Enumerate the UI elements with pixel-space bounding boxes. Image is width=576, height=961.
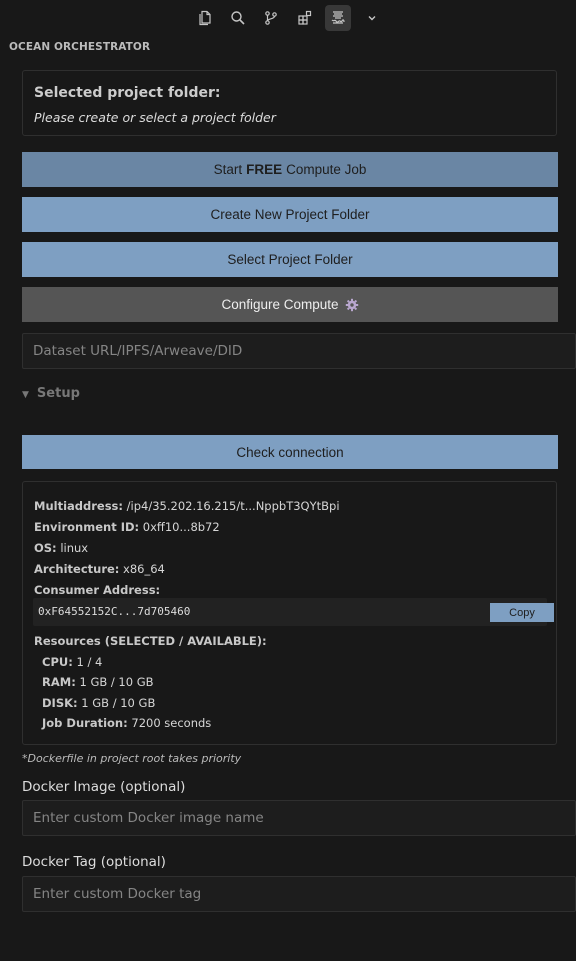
dockerfile-note: *Dockerfile in project root takes priori…	[22, 752, 242, 765]
job-duration-label: Job Duration:	[42, 716, 128, 730]
dataset-input[interactable]	[22, 333, 576, 369]
extensions-icon[interactable]	[292, 5, 318, 31]
docker-tag-label: Docker Tag (optional)	[22, 854, 166, 870]
gear-icon	[345, 298, 359, 312]
consumer-address-row: Consumer Address:	[34, 583, 160, 597]
project-folder-heading: Selected project folder:	[34, 85, 221, 101]
section-title: OCEAN ORCHESTRATOR	[9, 41, 151, 53]
start-compute-job-button[interactable]: Start FREE Compute Job	[22, 152, 558, 187]
start-label-prefix: Start	[213, 162, 243, 177]
view-toolbar	[0, 0, 576, 36]
search-icon[interactable]	[225, 5, 251, 31]
os-label: OS:	[34, 541, 57, 555]
multiaddress-row: Multiaddress: /ip4/35.202.16.215/t...Npp…	[34, 499, 340, 513]
environment-id-row: Environment ID: 0xff10...8b72	[34, 520, 220, 534]
disk-row: DISK: 1 GB / 10 GB	[42, 696, 155, 710]
project-folder-panel: Selected project folder: Please create o…	[22, 70, 557, 136]
cpu-row: CPU: 1 / 4	[42, 655, 102, 669]
collapse-triangle-icon: ▼	[22, 390, 29, 400]
cpu-value: 1 / 4	[76, 655, 103, 669]
ram-row: RAM: 1 GB / 10 GB	[42, 675, 154, 689]
docker-image-input[interactable]	[22, 800, 576, 836]
source-control-icon[interactable]	[258, 5, 284, 31]
setup-toggle[interactable]: ▼ Setup	[22, 386, 80, 401]
disk-value: 1 GB / 10 GB	[81, 696, 156, 710]
resources-row: Resources (SELECTED / AVAILABLE):	[34, 634, 267, 648]
multiaddress-value: /ip4/35.202.16.215/t...NppbT3QYtBpi	[126, 499, 340, 513]
consumer-address-box: 0xF64552152C...7d705460 Copy	[33, 598, 554, 626]
environment-info-panel: Multiaddress: /ip4/35.202.16.215/t...Npp…	[22, 481, 557, 745]
os-row: OS: linux	[34, 541, 88, 555]
project-folder-status: Please create or select a project folder	[34, 110, 276, 125]
consumer-address-value: 0xF64552152C...7d705460	[38, 605, 191, 618]
check-connection-label: Check connection	[236, 444, 344, 460]
ocean-icon[interactable]	[325, 5, 351, 31]
create-project-folder-button[interactable]: Create New Project Folder	[22, 197, 558, 232]
docker-tag-input[interactable]	[22, 876, 576, 912]
select-folder-label: Select Project Folder	[227, 252, 353, 267]
resources-label: Resources (SELECTED / AVAILABLE):	[34, 634, 267, 648]
setup-label: Setup	[36, 386, 80, 401]
architecture-label: Architecture:	[34, 562, 120, 576]
copy-button[interactable]: Copy	[490, 603, 554, 622]
environment-id-value: 0xff10...8b72	[142, 520, 220, 534]
ram-label: RAM:	[42, 675, 76, 689]
start-label-suffix: Compute Job	[286, 162, 367, 177]
job-duration-value: 7200 seconds	[131, 716, 212, 730]
check-connection-button[interactable]: Check connection	[22, 435, 558, 469]
cpu-label: CPU:	[42, 655, 73, 669]
configure-label: Configure Compute	[221, 297, 339, 312]
ram-value: 1 GB / 10 GB	[79, 675, 154, 689]
environment-id-label: Environment ID:	[34, 520, 140, 534]
start-label-bold: FREE	[246, 162, 283, 177]
select-project-folder-button[interactable]: Select Project Folder	[22, 242, 558, 277]
multiaddress-label: Multiaddress:	[34, 499, 123, 513]
consumer-address-label: Consumer Address:	[34, 583, 161, 597]
explorer-icon[interactable]	[192, 5, 218, 31]
job-duration-row: Job Duration: 7200 seconds	[42, 716, 211, 730]
docker-image-label: Docker Image (optional)	[22, 779, 186, 795]
chevron-down-icon[interactable]	[359, 5, 385, 31]
create-folder-label: Create New Project Folder	[210, 207, 370, 222]
disk-label: DISK:	[42, 696, 78, 710]
architecture-row: Architecture: x86_64	[34, 562, 165, 576]
configure-compute-button[interactable]: Configure Compute	[22, 287, 558, 322]
architecture-value: x86_64	[123, 562, 165, 576]
os-value: linux	[60, 541, 89, 555]
